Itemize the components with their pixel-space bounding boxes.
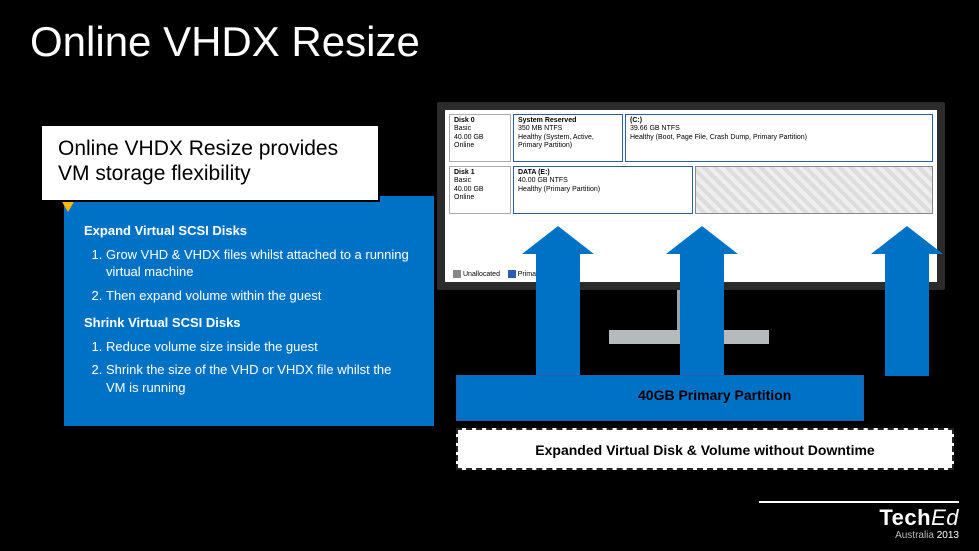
content-panel: Expand Virtual SCSI Disks Grow VHD & VHD…	[64, 196, 434, 426]
slide-title: Online VHDX Resize	[0, 0, 979, 78]
unallocated-space	[695, 166, 933, 214]
divider	[759, 501, 959, 503]
partition: DATA (E:) 40.00 GB NTFS Healthy (Primary…	[513, 166, 693, 214]
list-item: Grow VHD & VHDX files whilst attached to…	[106, 246, 414, 281]
subtitle-box: Online VHDX Resize provides VM storage f…	[40, 124, 380, 202]
shrink-steps: Reduce volume size inside the guest Shri…	[106, 338, 414, 397]
partition: System Reserved 350 MB NTFS Healthy (Sys…	[513, 114, 623, 162]
teched-logo: TechEd	[879, 506, 959, 530]
disk-row: Disk 0 Basic 40.00 GB Online System Rese…	[449, 114, 933, 162]
list-item: Then expand volume within the guest	[106, 287, 414, 305]
footer: TechEd Australia 2013	[879, 506, 959, 541]
list-item: Reduce volume size inside the guest	[106, 338, 414, 356]
disk-label: Disk 1 Basic 40.00 GB Online	[449, 166, 511, 214]
up-arrow-icon	[885, 254, 929, 376]
up-arrow-icon	[680, 254, 724, 376]
disk-row: Disk 1 Basic 40.00 GB Online DATA (E:) 4…	[449, 166, 933, 214]
up-arrow-icon	[536, 254, 580, 376]
partition: (C:) 39.66 GB NTFS Healthy (Boot, Page F…	[625, 114, 933, 162]
expanded-disk-label: Expanded Virtual Disk & Volume without D…	[456, 428, 954, 470]
list-item: Shrink the size of the VHD or VHDX file …	[106, 361, 414, 396]
partition-bar: 40GB Primary Partition	[456, 375, 954, 421]
partition-label: 40GB Primary Partition	[638, 387, 791, 403]
footer-location: Australia 2013	[879, 530, 959, 541]
shrink-heading: Shrink Virtual SCSI Disks	[84, 314, 414, 332]
disk-label: Disk 0 Basic 40.00 GB Online	[449, 114, 511, 162]
expand-heading: Expand Virtual SCSI Disks	[84, 222, 414, 240]
expand-steps: Grow VHD & VHDX files whilst attached to…	[106, 246, 414, 305]
